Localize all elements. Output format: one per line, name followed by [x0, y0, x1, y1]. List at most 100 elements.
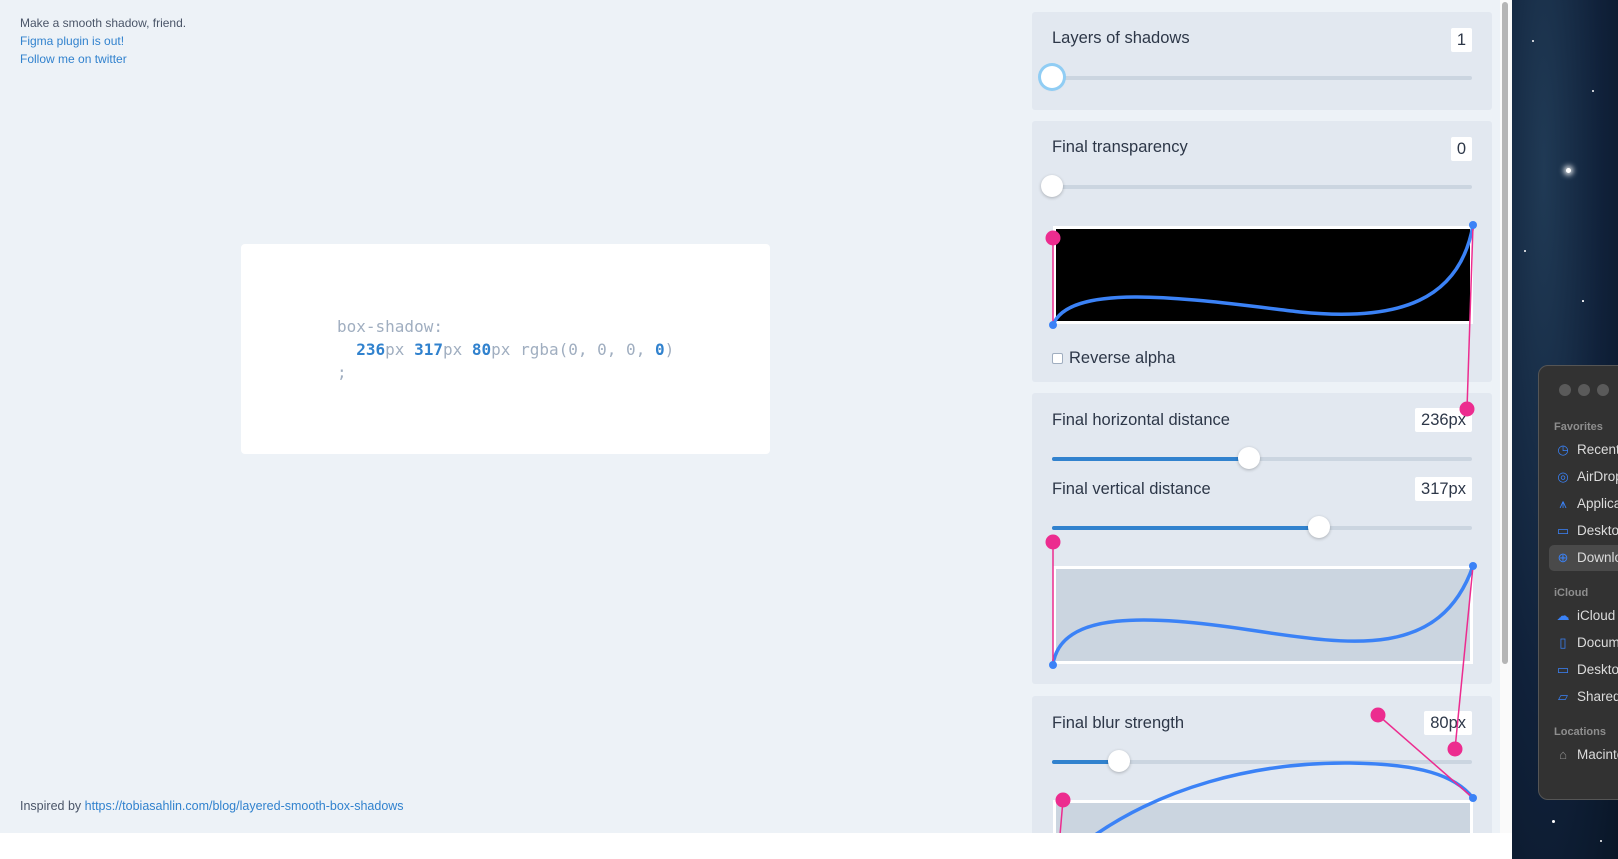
finder-item-applications[interactable]: ⩚ Applications: [1549, 491, 1618, 517]
star: [1566, 168, 1571, 173]
code-rgba-open: rgba(: [520, 340, 569, 359]
transparency-value[interactable]: 0: [1450, 137, 1472, 161]
star: [1582, 300, 1584, 302]
distance-panel: Final horizontal distance 236px Final ve…: [1032, 393, 1492, 684]
star: [1552, 820, 1555, 823]
inspired-by-note: Inspired by https://tobiasahlin.com/blog…: [20, 799, 404, 813]
finder-item-label: Documents: [1577, 635, 1618, 650]
finder-item-downloads[interactable]: ⊕ Downloads: [1549, 545, 1618, 571]
finder-item-label: Recents: [1577, 442, 1618, 457]
finder-item-documents[interactable]: ▯ Documents: [1549, 630, 1618, 656]
reverse-alpha-toggle[interactable]: Reverse alpha: [1052, 349, 1175, 368]
applications-icon: ⩚: [1559, 496, 1567, 511]
desktop-icon: ▭: [1556, 523, 1570, 538]
layers-label: Layers of shadows: [1052, 29, 1190, 47]
vertical-slider-fill: [1052, 526, 1319, 530]
vertical-distance-slider[interactable]: [1052, 516, 1472, 538]
twitter-link[interactable]: Follow me on twitter: [20, 50, 186, 68]
horizontal-slider-fill: [1052, 457, 1250, 461]
vertical-slider-thumb[interactable]: [1307, 516, 1330, 538]
transparency-slider[interactable]: [1041, 175, 1472, 197]
code-alpha-value: 0: [654, 340, 665, 359]
inspired-by-link[interactable]: https://tobiasahlin.com/blog/layered-smo…: [85, 799, 404, 813]
layers-slider[interactable]: [1041, 66, 1472, 88]
page-scrollbar[interactable]: [1500, 0, 1512, 833]
desktop-icon: ▭: [1556, 662, 1570, 677]
code-output-card: box-shadow: 236px 317px 80px rgba(0, 0, …: [241, 244, 770, 454]
vertical-distance-value[interactable]: 317px: [1415, 477, 1472, 501]
finder-item-label: AirDrop: [1577, 469, 1618, 484]
finder-item-label: Macintosh HD: [1577, 747, 1618, 762]
layers-slider-thumb[interactable]: [1041, 66, 1063, 88]
horizontal-distance-label: Final horizontal distance: [1052, 411, 1230, 429]
code-g: 0: [597, 340, 607, 359]
transparency-label: Final transparency: [1052, 138, 1188, 156]
code-b: 0: [626, 340, 636, 359]
blur-curve-preview[interactable]: [1053, 800, 1473, 833]
finder-window: Favorites ◷ Recents ◎ AirDrop ⩚ Application…: [1538, 365, 1618, 800]
document-icon: ▯: [1559, 635, 1567, 650]
desktop-background: Favorites ◷ Recents ◎ AirDrop ⩚ Application…: [1512, 0, 1618, 859]
finder-item-icloud-desktop[interactable]: ▭ Desktop: [1549, 657, 1618, 683]
code-property: box-shadow:: [337, 317, 443, 336]
header-links: Make a smooth shadow, friend. Figma plug…: [20, 14, 186, 68]
star: [1600, 840, 1602, 842]
code-y-value: 317: [414, 340, 443, 359]
shadow-generator-app: Make a smooth shadow, friend. Figma plug…: [0, 0, 1500, 833]
downloads-icon: ⊕: [1557, 550, 1569, 565]
code-unit: px: [491, 340, 511, 359]
finder-item-desktop[interactable]: ▭ Desktop: [1549, 518, 1618, 544]
airdrop-icon: ◎: [1557, 469, 1569, 484]
finder-item-label: Downloads: [1577, 550, 1618, 565]
finder-item-label: Desktop: [1577, 523, 1618, 538]
code-r: 0: [568, 340, 578, 359]
star: [1524, 250, 1526, 252]
finder-item-icloud-drive[interactable]: ☁ iCloud Drive: [1549, 603, 1618, 629]
finder-item-label: Desktop: [1577, 662, 1618, 677]
layers-value[interactable]: 1: [1450, 28, 1472, 52]
blur-strength-value[interactable]: 80px: [1424, 711, 1472, 735]
finder-item-recents[interactable]: ◷ Recents: [1549, 437, 1618, 463]
code-x-value: 236: [356, 340, 386, 359]
cloud-icon: ☁: [1556, 608, 1570, 623]
blur-panel: Final blur strength 80px: [1032, 696, 1492, 833]
close-window-icon[interactable]: [1559, 384, 1571, 396]
finder-icloud-heading: iCloud: [1554, 587, 1589, 599]
finder-item-airdrop[interactable]: ◎ AirDrop: [1549, 464, 1618, 490]
code-blur-value: 80: [471, 340, 492, 359]
transparency-panel: Final transparency 0 Reverse alpha: [1032, 121, 1492, 382]
figma-plugin-link[interactable]: Figma plugin is out!: [20, 32, 186, 50]
reverse-alpha-label: Reverse alpha: [1069, 349, 1176, 367]
layers-panel: Layers of shadows 1: [1032, 12, 1492, 110]
finder-item-shared[interactable]: ▱ Shared: [1549, 684, 1618, 710]
css-code-block[interactable]: box-shadow: 236px 317px 80px rgba(0, 0, …: [337, 315, 674, 384]
finder-item-label: iCloud Drive: [1577, 608, 1618, 623]
transparency-slider-thumb[interactable]: [1041, 175, 1063, 197]
reverse-alpha-checkbox[interactable]: [1052, 353, 1063, 364]
shared-folder-icon: ▱: [1558, 689, 1568, 704]
code-rgba-close: ): [664, 340, 675, 359]
zoom-window-icon[interactable]: [1597, 384, 1609, 396]
star: [1532, 40, 1534, 42]
finder-favorites-heading: Favorites: [1554, 421, 1603, 433]
star: [1592, 90, 1594, 92]
horizontal-distance-value[interactable]: 236px: [1415, 408, 1472, 432]
finder-item-macintosh-hd[interactable]: ⌂ Macintosh HD: [1549, 742, 1618, 768]
transparency-curve-preview[interactable]: [1053, 226, 1473, 324]
horizontal-distance-slider[interactable]: [1052, 447, 1472, 469]
scrollbar-thumb[interactable]: [1502, 2, 1508, 664]
finder-item-label: Applications: [1577, 496, 1618, 511]
clock-icon: ◷: [1557, 442, 1569, 457]
blur-slider-thumb[interactable]: [1108, 750, 1131, 772]
tagline: Make a smooth shadow, friend.: [20, 16, 187, 30]
blur-strength-label: Final blur strength: [1052, 714, 1185, 732]
distance-curve-preview[interactable]: [1053, 566, 1473, 664]
code-terminator: ;: [337, 363, 347, 382]
code-unit: px: [385, 340, 405, 359]
finder-item-label: Shared: [1577, 689, 1618, 704]
finder-locations-heading: Locations: [1554, 726, 1606, 738]
inspired-by-prefix: Inspired by: [20, 799, 82, 813]
horizontal-slider-thumb[interactable]: [1238, 447, 1261, 469]
minimize-window-icon[interactable]: [1578, 384, 1590, 396]
blur-strength-slider[interactable]: [1052, 750, 1472, 772]
